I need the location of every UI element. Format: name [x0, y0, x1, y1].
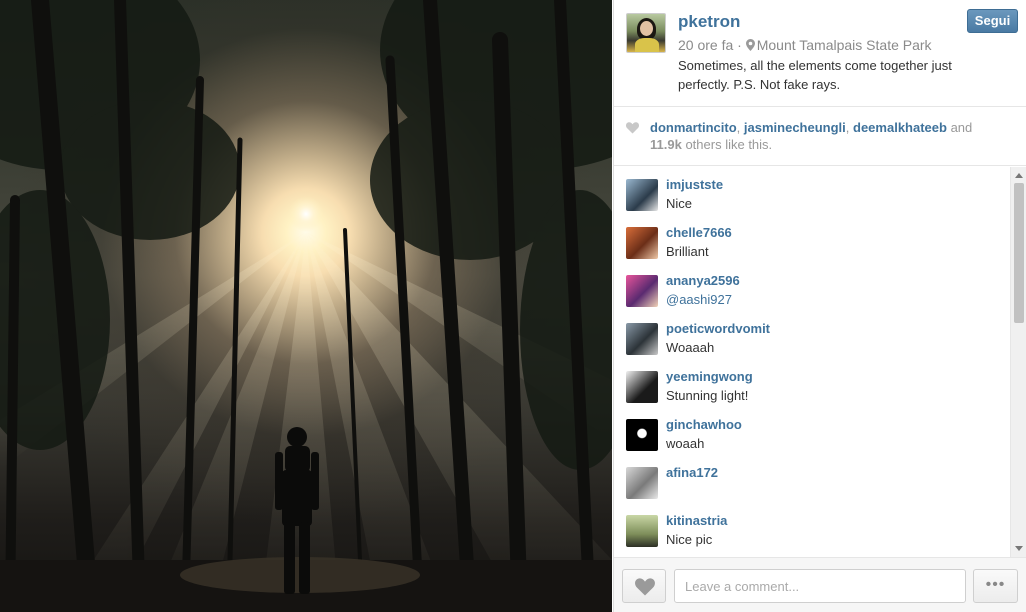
more-options-button[interactable]: •••	[973, 569, 1018, 603]
commenter-avatar[interactable]	[626, 227, 658, 259]
comment-footer: •••	[614, 557, 1026, 612]
author-avatar[interactable]	[626, 13, 666, 53]
commenter-avatar[interactable]	[626, 419, 658, 451]
comment-text: Brilliant	[666, 244, 709, 259]
comment-input[interactable]	[674, 569, 966, 603]
comment-item: imjustste Nice	[626, 167, 1006, 215]
liker-username-link[interactable]: donmartincito	[650, 120, 737, 135]
likes-others-count[interactable]: 11.9k	[650, 137, 682, 152]
commenter-avatar[interactable]	[626, 323, 658, 355]
comment-item: kitinastria Nice pic	[626, 503, 1006, 551]
location-pin-icon	[745, 39, 755, 51]
commenter-username[interactable]: ananya2596	[666, 273, 740, 288]
location-link[interactable]: Mount Tamalpais State Park	[757, 37, 932, 53]
post-header: pketron 20 ore fa · Mount Tamalpais Stat…	[614, 0, 1026, 107]
liker-username-link[interactable]: deemalkhateeb	[853, 120, 947, 135]
comment-text: Stunning light!	[666, 388, 749, 403]
post-time[interactable]: 20 ore fa	[678, 37, 733, 53]
post-details-panel: pketron 20 ore fa · Mount Tamalpais Stat…	[613, 0, 1026, 612]
follow-button[interactable]: Segui	[967, 9, 1018, 33]
scrollbar-thumb[interactable]	[1014, 183, 1024, 323]
forest-scene-illustration	[0, 0, 612, 612]
scroll-up-arrow-icon[interactable]	[1015, 173, 1023, 178]
commenter-avatar[interactable]	[626, 467, 658, 499]
comment-text: Nice pic	[666, 532, 713, 547]
likes-and-text: and	[950, 120, 973, 135]
commenter-username[interactable]: chelle7666	[666, 225, 732, 240]
commenter-avatar[interactable]	[626, 275, 658, 307]
post-photo[interactable]	[0, 0, 612, 612]
likes-others-text: others like this.	[685, 137, 773, 152]
comment-item: ginchawhoo woaah	[626, 407, 1006, 455]
scroll-down-arrow-icon[interactable]	[1015, 546, 1023, 551]
commenter-avatar[interactable]	[626, 515, 658, 547]
comment-item: yeemingwong Stunning light!	[626, 359, 1006, 407]
meta-separator: ·	[737, 37, 742, 53]
comment-item: chelle7666 Brilliant	[626, 215, 1006, 263]
commenter-username[interactable]: yeemingwong	[666, 369, 753, 384]
heart-icon	[626, 122, 639, 134]
comment-item: afina172	[626, 455, 1006, 503]
comment-text: woaah	[666, 436, 705, 451]
more-options-icon: •••	[985, 576, 1006, 593]
comments-scrollbar[interactable]	[1010, 167, 1026, 557]
post-meta: 20 ore fa · Mount Tamalpais State Park	[678, 37, 932, 53]
post-caption: Sometimes, all the elements come togethe…	[678, 58, 952, 92]
commenter-username[interactable]: imjustste	[666, 177, 723, 192]
commenter-username[interactable]: poeticwordvomit	[666, 321, 770, 336]
likes-summary: donmartincito, jasminecheungli, deemalkh…	[614, 108, 1026, 166]
commenter-username[interactable]: afina172	[666, 465, 718, 480]
comments-list: imjustste Nice chelle7666 Brilliant anan…	[614, 167, 1026, 557]
likes-text: donmartincito, jasminecheungli, deemalkh…	[650, 120, 973, 152]
commenter-username[interactable]: ginchawhoo	[666, 417, 742, 432]
liker-username-link[interactable]: jasminecheungli	[744, 120, 846, 135]
comment-text: Nice	[666, 196, 693, 211]
commenter-avatar[interactable]	[626, 371, 658, 403]
heart-icon	[635, 578, 655, 596]
comment-item: ananya2596 @aashi927	[626, 263, 1006, 311]
comment-text: Woaaah	[666, 340, 715, 355]
comment-item: poeticwordvomit Woaaah	[626, 311, 1006, 359]
commenter-username[interactable]: kitinastria	[666, 513, 727, 528]
author-username-link[interactable]: pketron	[678, 12, 740, 32]
like-button[interactable]	[622, 569, 666, 603]
commenter-avatar[interactable]	[626, 179, 658, 211]
comment-mention-link[interactable]: @aashi927	[666, 292, 732, 307]
